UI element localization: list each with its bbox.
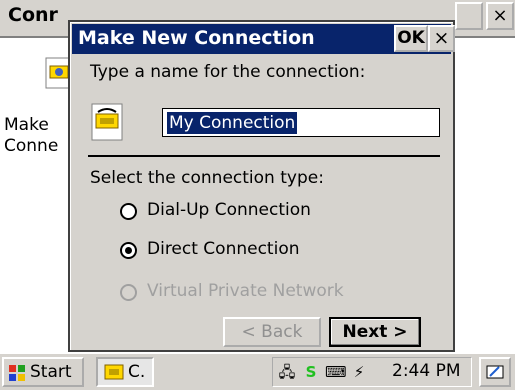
- background-title: Conr: [8, 4, 58, 26]
- name-prompt-label: Type a name for the connection:: [90, 62, 366, 82]
- connection-task-icon: [104, 364, 124, 380]
- direct-label[interactable]: Direct Connection: [147, 239, 300, 259]
- connection-name-input[interactable]: My Connection: [162, 108, 440, 137]
- keyboard-icon[interactable]: ⌨: [325, 362, 347, 382]
- back-button: < Back: [223, 317, 321, 347]
- desktop-icon: [486, 365, 504, 379]
- background-close-button[interactable]: ×: [486, 2, 514, 30]
- type-prompt-label: Select the connection type:: [90, 168, 324, 188]
- show-desktop-button[interactable]: [479, 357, 511, 387]
- dial-up-label[interactable]: Dial-Up Connection: [147, 200, 311, 220]
- taskbar: Start C. 🖧 S ⌨ ⚡ 2:44 PM: [0, 352, 515, 390]
- connection-name-value: My Connection: [167, 112, 298, 134]
- dialog-titlebar: Make New Connection OK ×: [72, 24, 455, 54]
- taskbar-window-button[interactable]: C.: [96, 357, 154, 387]
- ok-button[interactable]: OK: [394, 25, 428, 52]
- next-button[interactable]: Next >: [329, 317, 421, 347]
- system-tray: 🖧 S ⌨ ⚡ 2:44 PM: [272, 357, 472, 387]
- windows-logo-icon: [9, 365, 25, 381]
- power-icon[interactable]: ⚡: [349, 362, 369, 382]
- sync-icon[interactable]: S: [301, 362, 321, 382]
- divider: [88, 155, 440, 157]
- dialog-title: Make New Connection: [78, 27, 315, 49]
- vpn-label: Virtual Private Network: [147, 281, 344, 301]
- task-label: C.: [128, 362, 146, 382]
- connection-icon: [91, 103, 123, 141]
- start-button[interactable]: Start: [2, 357, 84, 387]
- direct-radio[interactable]: [120, 242, 137, 259]
- dial-up-radio[interactable]: [120, 203, 137, 220]
- make-new-connection-dialog: Make New Connection OK × Type a name for…: [68, 20, 455, 352]
- close-button[interactable]: ×: [428, 25, 455, 52]
- background-help-button[interactable]: [455, 2, 483, 30]
- make-connection-label[interactable]: Make Conne: [4, 115, 58, 157]
- clock[interactable]: 2:44 PM: [392, 361, 461, 381]
- vpn-radio: [120, 284, 137, 301]
- start-label: Start: [30, 362, 72, 382]
- network-icon[interactable]: 🖧: [277, 362, 297, 382]
